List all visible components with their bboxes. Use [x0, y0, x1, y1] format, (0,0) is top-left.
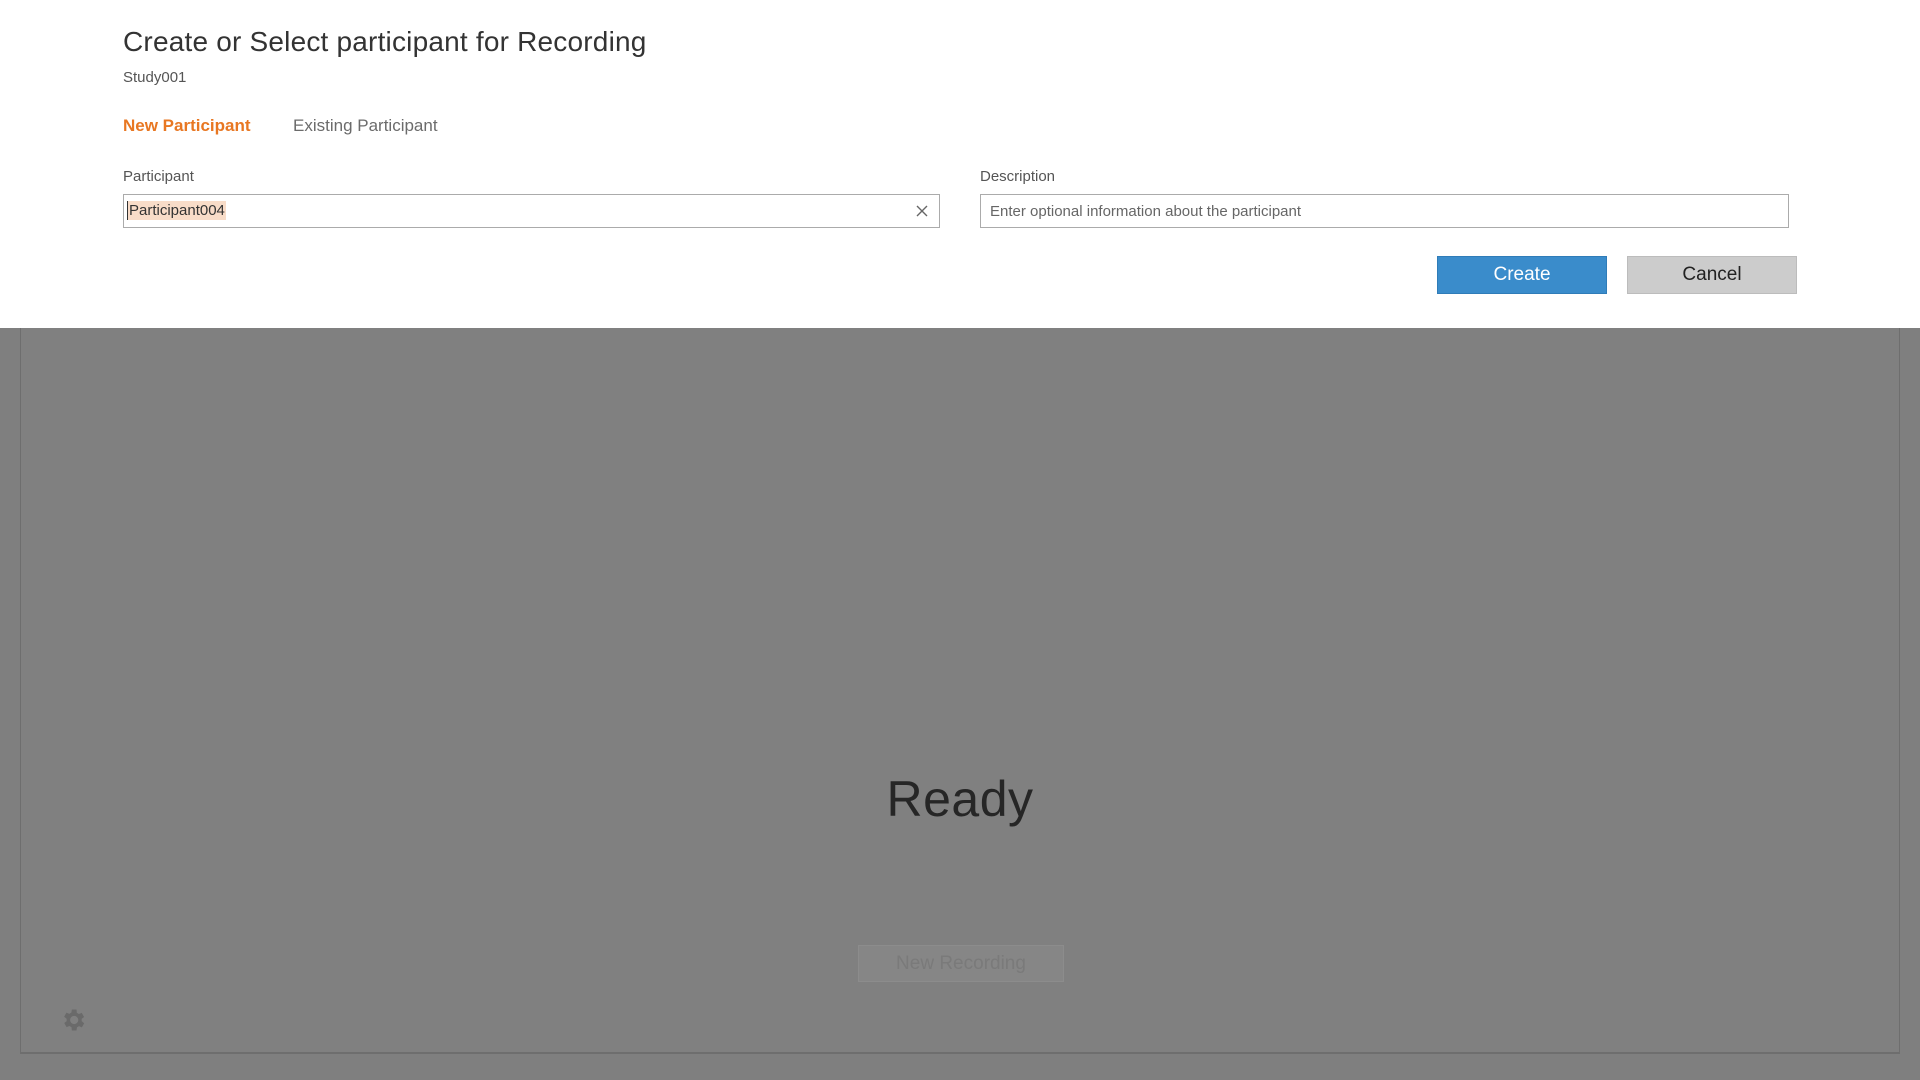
participant-input[interactable]: Participant004	[123, 194, 940, 228]
create-button[interactable]: Create	[1437, 256, 1607, 294]
clear-icon[interactable]	[914, 203, 930, 219]
dialog-title: Create or Select participant for Recordi…	[123, 26, 647, 57]
participant-label: Participant	[123, 168, 194, 185]
tab-new-participant[interactable]: New Participant	[123, 116, 251, 136]
description-label: Description	[980, 168, 1056, 185]
participant-dialog: Create or Select participant for Recordi…	[0, 0, 1920, 328]
study-name: Study001	[123, 69, 187, 86]
new-recording-button: New Recording	[858, 945, 1064, 982]
tab-existing-participant[interactable]: Existing Participant	[293, 116, 438, 136]
cancel-button[interactable]: Cancel	[1627, 256, 1797, 294]
gear-icon[interactable]	[59, 1006, 87, 1034]
description-input[interactable]: Enter optional information about the par…	[980, 194, 1789, 228]
participant-value: Participant004	[127, 201, 226, 220]
description-placeholder: Enter optional information about the par…	[990, 203, 1302, 220]
status-text: Ready	[886, 771, 1034, 827]
